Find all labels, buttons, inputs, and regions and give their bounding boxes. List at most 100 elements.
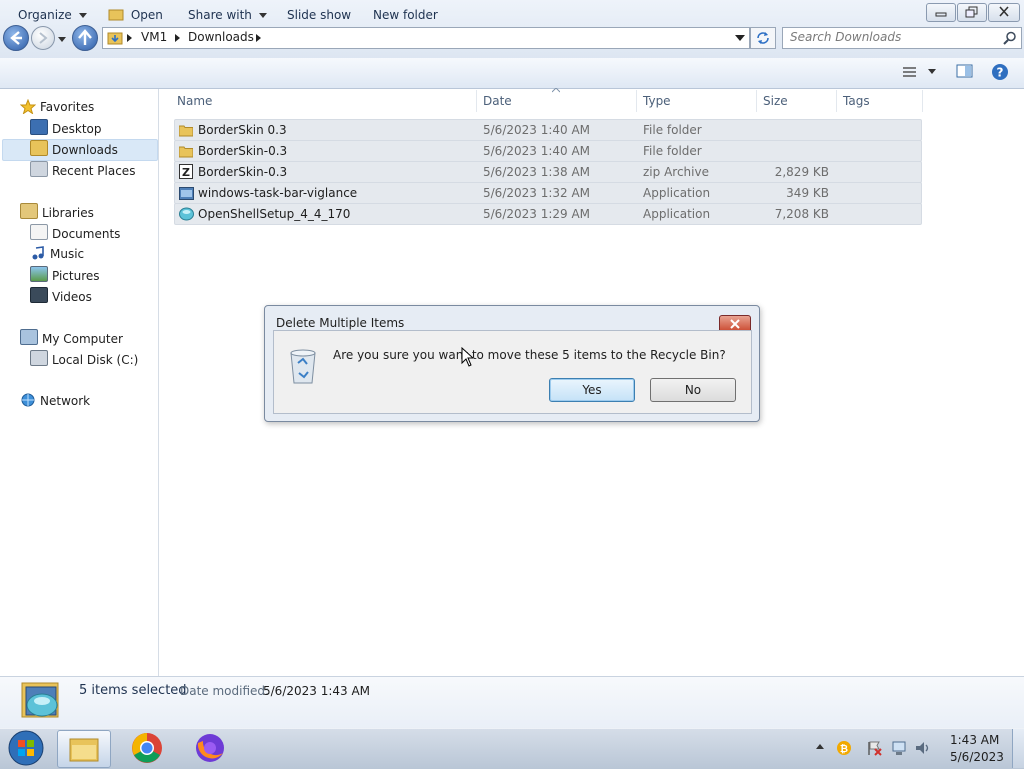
computer-icon — [20, 329, 38, 345]
share-with-button[interactable]: Share with — [188, 6, 267, 24]
nav-documents-label: Documents — [52, 227, 121, 241]
search-icon[interactable] — [1003, 31, 1017, 45]
breadcrumb-downloads[interactable]: Downloads — [188, 30, 254, 44]
address-dropdown-icon[interactable] — [735, 35, 745, 42]
refresh-icon — [757, 32, 769, 44]
nav-favorites-label: Favorites — [40, 100, 95, 114]
taskbar-explorer-button[interactable] — [57, 730, 111, 768]
nav-downloads[interactable]: Downloads — [30, 140, 118, 159]
column-header-date[interactable]: Date — [483, 93, 512, 109]
nav-my-computer-label: My Computer — [42, 332, 123, 346]
recent-places-icon — [30, 161, 48, 177]
chevron-down-icon — [58, 37, 66, 42]
search-placeholder[interactable]: Search Downloads — [790, 30, 901, 44]
nav-pictures[interactable]: Pictures — [30, 266, 100, 285]
file-row[interactable]: BorderSkin 0.3 5/6/2023 1:40 AM File fol… — [174, 119, 922, 141]
change-view-button[interactable] — [902, 66, 940, 81]
nav-music-label: Music — [50, 247, 85, 261]
breadcrumb-vm1[interactable]: VM1 — [141, 30, 167, 44]
date-modified-value: 5/6/2023 1:43 AM — [263, 684, 371, 698]
column-header-size[interactable]: Size — [763, 93, 788, 109]
new-folder-button[interactable]: New folder — [373, 6, 438, 24]
file-name: windows-task-bar-viglance — [198, 186, 358, 200]
organize-button[interactable]: Organize — [18, 6, 87, 24]
start-button[interactable] — [6, 729, 46, 767]
file-row[interactable]: Z BorderSkin-0.3 5/6/2023 1:38 AM zip Ar… — [174, 161, 922, 183]
open-button[interactable]: Open — [108, 6, 163, 24]
help-button[interactable]: ? — [991, 63, 1009, 84]
action-center-flag-icon[interactable] — [866, 740, 882, 756]
file-row[interactable]: OpenShellSetup_4_4_170 5/6/2023 1:29 AM … — [174, 203, 922, 225]
nav-recent-places[interactable]: Recent Places — [30, 161, 135, 180]
music-icon — [32, 246, 44, 260]
nav-videos[interactable]: Videos — [30, 287, 92, 306]
chevron-right-icon — [175, 34, 180, 42]
nav-local-disk[interactable]: Local Disk (C:) — [30, 350, 138, 369]
preview-pane-icon — [956, 64, 973, 78]
arrow-up-icon — [78, 29, 92, 45]
yes-button[interactable]: Yes — [549, 378, 635, 402]
bitcoin-tray-icon[interactable]: ₿ — [836, 740, 852, 756]
new-folder-label: New folder — [373, 8, 438, 22]
documents-icon — [30, 224, 48, 240]
clock-time[interactable]: 1:43 AM — [950, 733, 999, 747]
file-type: Application — [643, 207, 711, 221]
column-divider — [476, 90, 477, 112]
file-date: 5/6/2023 1:32 AM — [483, 186, 591, 200]
nav-network[interactable]: Network — [20, 392, 90, 411]
share-with-label: Share with — [188, 8, 252, 22]
forward-button[interactable] — [31, 26, 55, 50]
file-row[interactable]: BorderSkin-0.3 5/6/2023 1:40 AM File fol… — [174, 140, 922, 162]
close-window-button[interactable] — [988, 3, 1020, 22]
column-header-tags[interactable]: Tags — [843, 93, 870, 109]
refresh-button[interactable] — [750, 27, 776, 49]
nav-recent-places-label: Recent Places — [52, 164, 136, 178]
preview-pane-button[interactable] — [956, 64, 974, 82]
minimize-button[interactable] — [926, 3, 956, 22]
nav-music[interactable]: Music — [30, 245, 84, 264]
open-label: Open — [130, 8, 163, 22]
nav-videos-label: Videos — [52, 290, 92, 304]
network-icon — [21, 393, 35, 407]
file-type: Application — [643, 186, 711, 200]
taskbar-firefox-button[interactable] — [193, 731, 227, 768]
nav-network-label: Network — [40, 394, 91, 408]
file-type: File folder — [643, 144, 702, 158]
no-button[interactable]: No — [650, 378, 736, 402]
nav-desktop[interactable]: Desktop — [30, 119, 102, 138]
network-tray-icon[interactable] — [891, 740, 907, 756]
column-header-type[interactable]: Type — [643, 93, 671, 109]
search-box[interactable]: Search Downloads — [782, 27, 1022, 49]
recent-pages-dropdown[interactable] — [57, 33, 67, 47]
slide-show-button[interactable]: Slide show — [287, 6, 351, 24]
up-button[interactable] — [72, 25, 98, 51]
svg-text:?: ? — [997, 66, 1004, 80]
command-bar — [0, 58, 1024, 89]
restore-icon — [965, 6, 978, 18]
back-button[interactable] — [3, 25, 29, 51]
file-date: 5/6/2023 1:38 AM — [483, 165, 591, 179]
column-header-name[interactable]: Name — [177, 93, 212, 109]
file-date: 5/6/2023 1:29 AM — [483, 207, 591, 221]
address-bar[interactable]: VM1 Downloads — [102, 27, 750, 49]
nav-libraries[interactable]: Libraries — [20, 203, 94, 222]
arrow-right-icon — [39, 32, 48, 44]
nav-my-computer[interactable]: My Computer — [20, 329, 123, 348]
taskbar-chrome-button[interactable] — [130, 731, 164, 768]
file-row[interactable]: windows-task-bar-viglance 5/6/2023 1:32 … — [174, 182, 922, 204]
dialog-body: Are you sure you want to move these 5 it… — [273, 330, 752, 414]
file-date: 5/6/2023 1:40 AM — [483, 123, 591, 137]
recycle-bin-icon — [287, 347, 319, 388]
file-name: BorderSkin 0.3 — [198, 123, 287, 137]
restore-button[interactable] — [957, 3, 987, 22]
file-name: OpenShellSetup_4_4_170 — [198, 207, 351, 221]
volume-icon[interactable] — [914, 740, 932, 756]
delete-confirmation-dialog: Delete Multiple Items Are you sure you w… — [264, 305, 760, 422]
show-hidden-icons-icon[interactable] — [816, 744, 824, 750]
show-desktop-button[interactable] — [1012, 729, 1024, 768]
windows-start-icon — [8, 730, 44, 766]
clock-date[interactable]: 5/6/2023 — [950, 750, 1004, 764]
nav-favorites[interactable]: Favorites — [19, 98, 95, 117]
nav-documents[interactable]: Documents — [30, 224, 120, 243]
file-name: BorderSkin-0.3 — [198, 165, 288, 179]
